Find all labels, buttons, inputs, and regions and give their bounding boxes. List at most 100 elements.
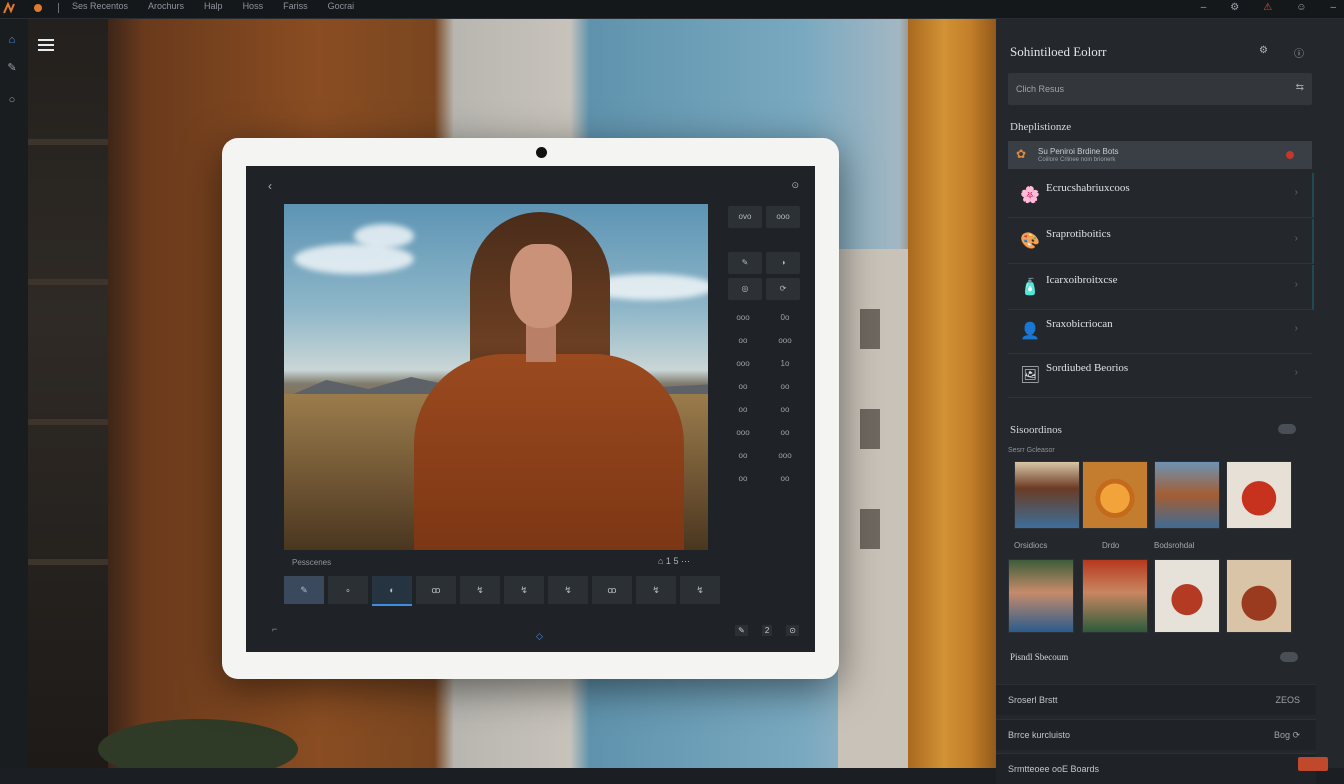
- filter-thumb[interactable]: ↯: [460, 576, 500, 604]
- grid-image[interactable]: [1082, 559, 1148, 633]
- value: oo: [780, 474, 790, 483]
- setting-label: Brrce kurcluisto: [1008, 730, 1071, 740]
- tablet-frame: ‹ ⊙ Pesscenes ⌂ 1 5 ⋯ ovo ooo ✎ ◑ ◎ ⟳ oo…: [222, 138, 839, 679]
- filter-thumb[interactable]: ꝏ: [592, 576, 632, 604]
- portrait-photo[interactable]: [284, 204, 708, 550]
- alert-icon[interactable]: ⚠: [1263, 2, 1272, 13]
- filter-icon[interactable]: ⇆: [1296, 82, 1304, 93]
- chevron-icon: ›: [1294, 323, 1298, 334]
- edit-icon[interactable]: ✎: [735, 625, 748, 636]
- bottom-actions: ✎ 2 ⊙: [735, 625, 799, 636]
- person-icon: 👤: [1020, 323, 1040, 340]
- list-item[interactable]: 🌸 Ecrucshabriuxcoos ›: [1008, 173, 1314, 218]
- lens-tool-button[interactable]: ◑: [766, 252, 800, 274]
- menu-item[interactable]: Fariss: [283, 1, 308, 11]
- circle-tool-button[interactable]: ◎: [728, 278, 762, 300]
- window-icon[interactable]: –: [1201, 2, 1207, 13]
- grid-image[interactable]: [1154, 461, 1220, 529]
- tool-button[interactable]: ovo: [728, 206, 762, 228]
- grid-label: Bodsrohdal: [1154, 541, 1195, 550]
- filter-thumb[interactable]: ↯: [548, 576, 588, 604]
- list-item-label: Icarxoibroitxcse: [1046, 274, 1118, 286]
- bush: [98, 719, 298, 768]
- image-icon: 🖼: [1020, 367, 1041, 384]
- value: ooo: [778, 451, 792, 460]
- value: 1o: [780, 359, 790, 368]
- settings-icon[interactable]: ⚙: [1259, 45, 1268, 60]
- hamburger-icon[interactable]: [38, 39, 54, 51]
- info-icon[interactable]: ⓘ: [1294, 45, 1304, 60]
- brush-icon: ✿: [1016, 147, 1027, 161]
- section-subtitle: Sesrr Gcleasor: [1008, 447, 1055, 454]
- value: 0o: [780, 313, 790, 322]
- list-item-label: Sraprotiboitics: [1046, 228, 1111, 240]
- list-item[interactable]: 🎨 Sraprotiboitics ›: [1008, 219, 1314, 264]
- edit-icon[interactable]: ✎: [5, 61, 19, 75]
- grid-image[interactable]: [1082, 461, 1148, 529]
- sync-tool-button[interactable]: ⟳: [766, 278, 800, 300]
- filter-thumb-selected[interactable]: ◐: [372, 576, 412, 606]
- chevron-icon: ›: [1294, 187, 1298, 198]
- value: oo: [738, 382, 748, 391]
- search-input[interactable]: Clich Resus ⇆: [1008, 73, 1312, 105]
- settings-icon[interactable]: ⚙: [1230, 2, 1239, 13]
- palette-icon: 🎨: [1020, 233, 1040, 250]
- list-item-label: Sraxobicriocan: [1046, 318, 1113, 330]
- filter-thumb[interactable]: ∘: [328, 576, 368, 604]
- filter-thumb[interactable]: ↯: [504, 576, 544, 604]
- action-button[interactable]: [1298, 757, 1328, 771]
- tool-button[interactable]: ooo: [766, 206, 800, 228]
- account-icon[interactable]: ☺: [1296, 2, 1306, 13]
- chevron-icon: ›: [1294, 367, 1298, 378]
- grid-image[interactable]: [1226, 461, 1292, 529]
- list-item[interactable]: 🖼 Sordiubed Beorios ›: [1008, 353, 1312, 398]
- section-toggle[interactable]: [1280, 652, 1298, 662]
- value: ooo: [736, 428, 750, 437]
- bookshelf: [28, 19, 108, 768]
- filter-thumb[interactable]: ↯: [680, 576, 720, 604]
- record-icon[interactable]: [1286, 151, 1294, 159]
- setting-value: Bog ⟳: [1273, 730, 1300, 740]
- filter-thumb[interactable]: ✎: [284, 576, 324, 604]
- section-toggle[interactable]: [1278, 424, 1296, 434]
- list-item-label: Ecrucshabriuxcoos: [1046, 182, 1130, 194]
- left-value-column: ooo oo ooo oo oo ooo oo oo: [728, 306, 758, 490]
- photo-editor-screen: ‹ ⊙ Pesscenes ⌂ 1 5 ⋯ ovo ooo ✎ ◑ ◎ ⟳ oo…: [246, 166, 815, 652]
- value: oo: [738, 474, 748, 483]
- back-icon[interactable]: ‹: [268, 179, 272, 193]
- list-header-title: Su Peniroi Brdine Bots: [1038, 147, 1119, 156]
- value: ooo: [736, 359, 750, 368]
- chevron-icon: ›: [1294, 279, 1298, 290]
- value: ooo: [736, 313, 750, 322]
- target-icon[interactable]: ⊙: [786, 625, 799, 636]
- close-icon[interactable]: –: [1330, 2, 1336, 13]
- collapse-icon[interactable]: ⌐: [272, 624, 277, 634]
- power-icon[interactable]: ⊙: [791, 180, 799, 191]
- menu-item[interactable]: Halp: [204, 1, 223, 11]
- list-item[interactable]: 👤 Sraxobicriocan ›: [1008, 309, 1312, 354]
- list-item[interactable]: 🧴 Icarxoibroitxcse ›: [1008, 265, 1314, 310]
- filter-thumb[interactable]: ↯: [636, 576, 676, 604]
- camera-icon: [536, 147, 547, 158]
- grid-image[interactable]: [1014, 461, 1080, 529]
- filter-thumb[interactable]: ꝏ: [416, 576, 456, 604]
- menu-item[interactable]: Gocrai: [328, 1, 355, 11]
- diamond-icon[interactable]: ◇: [536, 631, 543, 642]
- grid-image[interactable]: [1008, 559, 1074, 633]
- app-logo-icon[interactable]: [2, 1, 42, 15]
- setting-row[interactable]: Sroserl Brstt ZEOS: [996, 684, 1316, 715]
- brush-tool-button[interactable]: ✎: [728, 252, 762, 274]
- setting-row[interactable]: Brrce kurcluisto Bog ⟳: [996, 719, 1316, 750]
- circle-icon[interactable]: ○: [5, 93, 19, 107]
- menu-item[interactable]: Hoss: [243, 1, 264, 11]
- list-header[interactable]: ✿ Su Peniroi Brdine Bots Coiilore Crline…: [1008, 141, 1312, 169]
- grid-image[interactable]: [1154, 559, 1220, 633]
- menu-item[interactable]: Ses Recentos: [72, 1, 128, 11]
- home-icon[interactable]: ⌂: [5, 33, 19, 47]
- filter-strip: ✎ ∘ ◐ ꝏ ↯ ↯ ↯ ꝏ ↯ ↯: [284, 576, 724, 606]
- grid-image[interactable]: [1226, 559, 1292, 633]
- setting-row[interactable]: Srmtteoee ooE Boards: [996, 753, 1316, 784]
- caption-icons[interactable]: ⌂ 1 5 ⋯: [658, 556, 690, 567]
- menu-item[interactable]: Arochurs: [148, 1, 184, 11]
- page-badge[interactable]: 2: [761, 625, 773, 636]
